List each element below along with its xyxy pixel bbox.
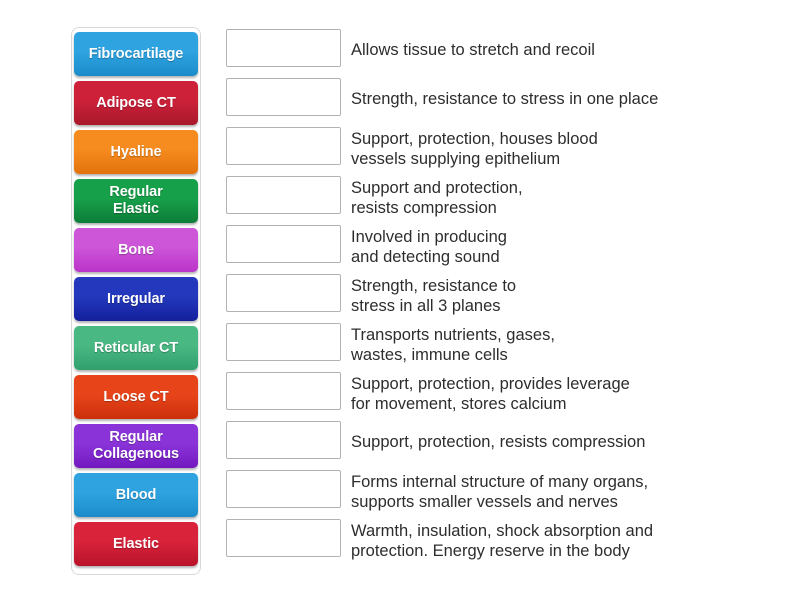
answer-row: Support, protection, resists compression <box>226 421 771 470</box>
answer-drop-box[interactable] <box>226 274 341 312</box>
answer-drop-box[interactable] <box>226 470 341 508</box>
answer-drop-box[interactable] <box>226 29 341 67</box>
answer-list: Allows tissue to stretch and recoil Stren… <box>226 29 771 568</box>
answer-drop-box[interactable] <box>226 519 341 557</box>
tile-label: Hyaline <box>110 143 162 160</box>
tile-label: Regular Collagenous <box>93 429 179 462</box>
answer-tile-bank: Fibrocartilage Adipose CT Hyaline Regular E… <box>71 27 201 575</box>
draggable-tile[interactable]: Blood <box>74 473 198 517</box>
draggable-tile[interactable]: Elastic <box>74 522 198 566</box>
draggable-tile[interactable]: Regular Elastic <box>74 179 198 223</box>
tile-label: Bone <box>118 241 154 258</box>
answer-row: Involved in producing and detecting soun… <box>226 225 771 274</box>
tile-label: Blood <box>115 486 157 503</box>
answer-row: Transports nutrients, gases, wastes, imm… <box>226 323 771 372</box>
answer-text: Warmth, insulation, shock absorption and… <box>351 522 654 560</box>
answer-text: Forms internal structure of many organs,… <box>351 473 649 511</box>
answer-row: Warmth, insulation, shock absorption and… <box>226 519 771 568</box>
tile-label: Fibrocartilage <box>88 45 184 62</box>
answer-row: Strength, resistance to stress in all 3 … <box>226 274 771 323</box>
draggable-tile[interactable]: Fibrocartilage <box>74 32 198 76</box>
tile-label: Elastic <box>112 535 160 552</box>
answer-row: Support, protection, provides leverage f… <box>226 372 771 421</box>
answer-text: Involved in producing and detecting soun… <box>351 228 507 266</box>
draggable-tile[interactable]: Reticular CT <box>74 326 198 370</box>
answer-text: Strength, resistance to stress in one pl… <box>351 90 659 108</box>
match-up-activity: Fibrocartilage Adipose CT Hyaline Regular E… <box>0 0 800 600</box>
draggable-tile[interactable]: Irregular <box>74 277 198 321</box>
answer-drop-box[interactable] <box>226 372 341 410</box>
tile-label: Adipose CT <box>96 94 176 111</box>
tile-label: Irregular <box>107 290 165 307</box>
answer-text: Support and protection, resists compress… <box>351 179 523 217</box>
draggable-tile[interactable]: Loose CT <box>74 375 198 419</box>
answer-text: Support, protection, provides leverage f… <box>351 375 630 413</box>
answer-drop-box[interactable] <box>226 78 341 116</box>
answer-drop-box[interactable] <box>226 323 341 361</box>
answer-row: Allows tissue to stretch and recoil <box>226 29 771 78</box>
draggable-tile[interactable]: Adipose CT <box>74 81 198 125</box>
answer-row: Support and protection, resists compress… <box>226 176 771 225</box>
draggable-tile[interactable]: Bone <box>74 228 198 272</box>
answer-text: Support, protection, houses blood vessel… <box>351 130 598 168</box>
answer-text: Transports nutrients, gases, wastes, imm… <box>351 326 555 364</box>
tile-label: Regular Elastic <box>109 184 163 217</box>
tile-label: Reticular CT <box>93 339 179 356</box>
draggable-tile[interactable]: Regular Collagenous <box>74 424 198 468</box>
answer-drop-box[interactable] <box>226 176 341 214</box>
answer-row: Support, protection, houses blood vessel… <box>226 127 771 176</box>
answer-text: Support, protection, resists compression <box>351 433 646 451</box>
answer-drop-box[interactable] <box>226 127 341 165</box>
draggable-tile[interactable]: Hyaline <box>74 130 198 174</box>
tile-label: Loose CT <box>103 388 169 405</box>
answer-text: Allows tissue to stretch and recoil <box>351 41 595 59</box>
answer-text: Strength, resistance to stress in all 3 … <box>351 277 517 315</box>
answer-drop-box[interactable] <box>226 225 341 263</box>
answer-row: Strength, resistance to stress in one pl… <box>226 78 771 127</box>
answer-drop-box[interactable] <box>226 421 341 459</box>
answer-row: Forms internal structure of many organs,… <box>226 470 771 519</box>
